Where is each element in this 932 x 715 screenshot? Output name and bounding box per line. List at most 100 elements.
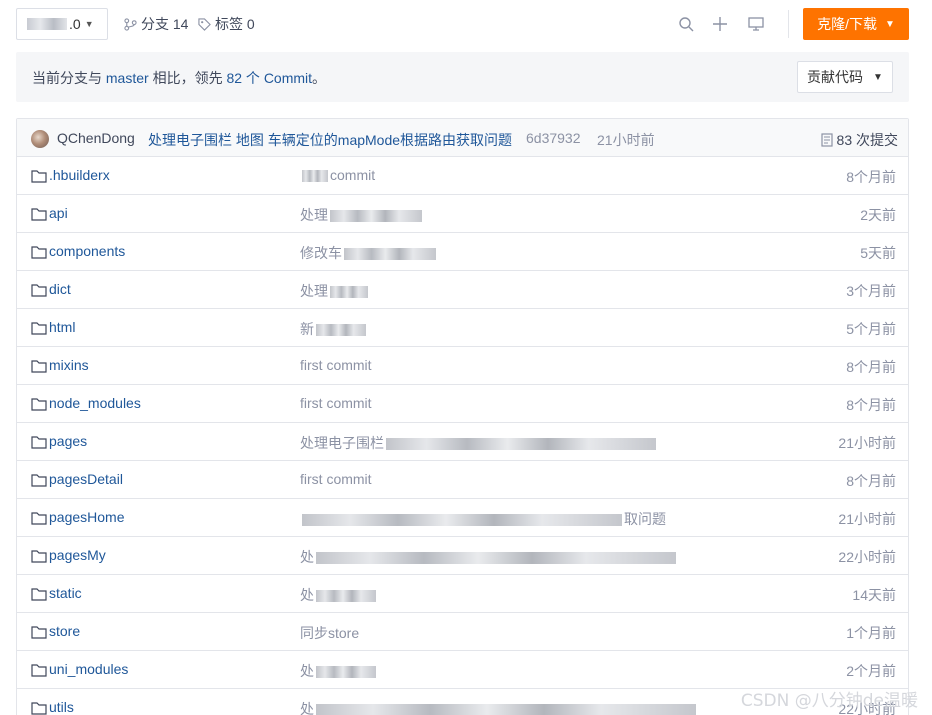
ahead-commits-link[interactable]: 82 个 Commit	[226, 70, 312, 86]
table-row[interactable]: static 处 14天前	[17, 575, 908, 613]
redacted-text	[344, 248, 436, 261]
clone-download-button[interactable]: 克隆/下载 ▼	[803, 8, 909, 40]
tags-link[interactable]: 标签 0	[198, 8, 255, 40]
file-commit-message[interactable]: 处	[300, 585, 376, 605]
toolbar-divider	[788, 10, 789, 38]
table-row[interactable]: pagesDetail first commit 8个月前	[17, 461, 908, 499]
folder-icon	[31, 246, 47, 259]
file-commit-text: 修改车	[300, 245, 342, 261]
file-name-link[interactable]: api	[49, 205, 68, 221]
table-row[interactable]: dict 处理 3个月前	[17, 271, 908, 309]
file-updated-time: 8个月前	[846, 397, 896, 413]
file-commit-message[interactable]: 处理电子围栏	[300, 433, 656, 453]
avatar[interactable]	[31, 130, 49, 148]
file-commit-message[interactable]: first commit	[300, 471, 372, 487]
file-name-link[interactable]: uni_modules	[49, 661, 128, 677]
chevron-down-icon: ▼	[873, 71, 883, 83]
file-commit-message[interactable]: 处	[300, 547, 676, 567]
redacted-text	[316, 666, 376, 679]
file-commit-text: commit	[330, 167, 376, 183]
compare-prefix: 当前分支与	[32, 70, 102, 86]
file-name-link[interactable]: pagesHome	[49, 509, 125, 525]
file-commit-message[interactable]: first commit	[300, 357, 372, 373]
file-commit-text: 处	[300, 663, 314, 679]
table-row[interactable]: pagesMy 处 22小时前	[17, 537, 908, 575]
file-name-link[interactable]: store	[49, 623, 80, 639]
file-commit-text: 新	[300, 321, 314, 337]
file-commit-message[interactable]: 处	[300, 661, 376, 681]
file-updated-time: 5个月前	[846, 321, 896, 337]
redacted-text	[330, 210, 422, 223]
file-commit-text: 同步store	[300, 625, 360, 641]
file-commit-message[interactable]: 同步store	[300, 623, 359, 643]
folder-icon	[31, 588, 47, 601]
file-commit-text: 处	[300, 701, 314, 715]
file-name-link[interactable]: node_modules	[49, 395, 141, 411]
file-name-link[interactable]: pagesDetail	[49, 471, 123, 487]
file-updated-time: 2天前	[860, 207, 896, 223]
table-row[interactable]: node_modules first commit 8个月前	[17, 385, 908, 423]
table-row[interactable]: html 新 5个月前	[17, 309, 908, 347]
file-name-link[interactable]: html	[49, 319, 75, 335]
file-commit-message[interactable]: 处理	[300, 205, 422, 225]
file-name-link[interactable]: pagesMy	[49, 547, 106, 563]
table-row[interactable]: components 修改车 5天前	[17, 233, 908, 271]
file-name-link[interactable]: utils	[49, 699, 74, 715]
plus-icon[interactable]	[710, 14, 730, 34]
branch-selector[interactable]: .0 ▼	[16, 8, 108, 40]
file-updated-time: 8个月前	[846, 473, 896, 489]
commit-count-link[interactable]: 83 次提交	[820, 130, 898, 150]
table-row[interactable]: api 处理 2天前	[17, 195, 908, 233]
folder-icon	[31, 360, 47, 373]
commit-sha[interactable]: 6d37932	[526, 130, 581, 146]
file-name-link[interactable]: dict	[49, 281, 71, 297]
redacted-text	[302, 514, 622, 527]
tag-icon	[198, 17, 211, 31]
contribute-code-button[interactable]: 贡献代码 ▼	[797, 61, 893, 93]
redacted-text	[330, 286, 368, 299]
table-row[interactable]: .hbuilderx commit 8个月前	[17, 157, 908, 195]
file-name-link[interactable]: pages	[49, 433, 87, 449]
search-icon[interactable]	[676, 14, 696, 34]
file-name-link[interactable]: .hbuilderx	[49, 167, 110, 183]
file-commit-message[interactable]: first commit	[300, 395, 372, 411]
file-commit-message[interactable]: 取问题	[300, 509, 666, 529]
commit-count-label: 83 次提交	[836, 132, 898, 148]
base-branch-link[interactable]: master	[106, 70, 149, 86]
file-name-link[interactable]: components	[49, 243, 125, 259]
table-row[interactable]: store 同步store 1个月前	[17, 613, 908, 651]
file-name-link[interactable]: static	[49, 585, 82, 601]
commit-message-link[interactable]: 处理电子围栏 地图 车辆定位的mapMode根据路由获取问题	[148, 130, 512, 150]
repo-toolbar: .0 ▼ 分支 14 标签 0 克隆/下载 ▼	[16, 8, 909, 40]
branches-link[interactable]: 分支 14	[124, 8, 188, 40]
file-commit-message[interactable]: 处理	[300, 281, 368, 301]
branch-icon	[124, 17, 137, 31]
clone-label: 克隆/下载	[817, 16, 877, 32]
file-commit-text: first commit	[300, 395, 372, 411]
monitor-icon[interactable]	[746, 14, 766, 34]
table-row[interactable]: uni_modules 处 2个月前	[17, 651, 908, 689]
commit-author[interactable]: QChenDong	[57, 130, 135, 146]
file-updated-time: 5天前	[860, 245, 896, 261]
file-list: .hbuilderx commit 8个月前 api 处理 2天前 components 修改…	[17, 157, 908, 715]
table-row[interactable]: mixins first commit 8个月前	[17, 347, 908, 385]
file-updated-time: 8个月前	[846, 359, 896, 375]
file-commit-text: 处	[300, 549, 314, 565]
table-row[interactable]: pagesHome 取问题 21小时前	[17, 499, 908, 537]
branches-label: 分支 14	[141, 16, 189, 32]
file-commit-message[interactable]: 新	[300, 319, 366, 339]
file-updated-time: 14天前	[852, 587, 896, 603]
folder-icon	[31, 702, 47, 715]
file-name-link[interactable]: mixins	[49, 357, 89, 373]
file-commit-message[interactable]: 修改车	[300, 243, 436, 263]
file-updated-time: 8个月前	[846, 169, 896, 185]
document-icon	[820, 133, 833, 147]
folder-icon	[31, 550, 47, 563]
table-row[interactable]: pages 处理电子围栏 21小时前	[17, 423, 908, 461]
tags-label: 标签 0	[215, 16, 255, 32]
file-commit-message[interactable]: 处	[300, 699, 696, 715]
folder-icon	[31, 208, 47, 221]
file-commit-message[interactable]: commit	[300, 167, 375, 183]
file-commit-text: first commit	[300, 357, 372, 373]
branch-name-suffix: .0	[69, 16, 81, 32]
